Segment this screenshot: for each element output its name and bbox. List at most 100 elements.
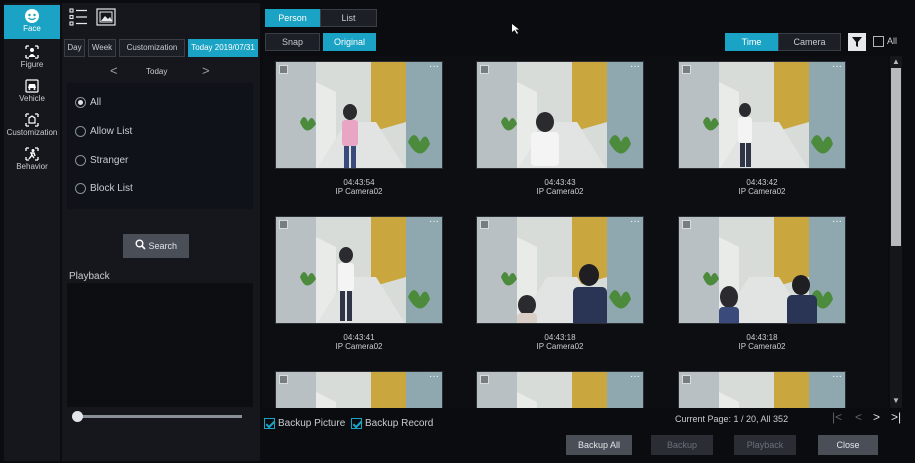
face-icon [25,9,39,23]
sidebar-item-figure[interactable]: Figure [4,41,60,75]
radio-block-list[interactable]: Block List [75,183,133,197]
item-checkbox[interactable] [279,65,288,74]
figure-icon [25,45,39,59]
item-checkbox[interactable] [682,220,691,229]
result-thumbnail[interactable]: ··· [275,216,443,324]
select-all-checkbox[interactable] [873,36,884,47]
grid-scrollbar[interactable]: ▲ ▼ [890,56,902,408]
item-checkbox[interactable] [279,375,288,384]
backup-button[interactable]: Backup [651,435,713,455]
more-options-icon[interactable]: ··· [630,217,640,227]
prev-day-button[interactable]: < [110,63,118,78]
sidebar-item-behavior[interactable]: Behavior [4,143,60,177]
checkbox-checked-icon[interactable] [351,418,362,429]
radio-allow-list[interactable]: Allow List [75,126,132,140]
more-options-icon[interactable]: ··· [429,217,439,227]
customization-icon [25,113,39,127]
tab-day[interactable]: Day [64,39,85,57]
tab-person[interactable]: Person [265,9,320,27]
more-options-icon[interactable]: ··· [429,62,439,72]
sidebar-item-face[interactable]: Face [4,5,60,39]
result-camera: IP Camera02 [536,187,584,196]
last-page-icon[interactable]: >| [891,410,901,424]
result-thumbnail[interactable]: ··· [275,371,443,408]
radio-stranger[interactable]: Stranger [75,155,128,169]
type-filter: All Allow List Stranger Block List [67,83,253,209]
result-time: 04:43:41 [343,333,375,342]
radio-button[interactable] [75,155,86,166]
close-button[interactable]: Close [818,435,878,455]
result-thumbnail[interactable]: ··· [678,371,846,408]
sidebar-item-label: Behavior [16,162,48,171]
sidebar-item-vehicle[interactable]: Vehicle [4,75,60,109]
more-options-icon[interactable]: ··· [832,62,842,72]
more-options-icon[interactable]: ··· [630,62,640,72]
checkbox-checked-icon[interactable] [264,418,275,429]
mouse-cursor-icon [512,24,519,34]
list-view-icon[interactable] [69,8,89,26]
sidebar-item-label: Figure [20,60,44,69]
tab-list[interactable]: List [320,9,377,27]
radio-all[interactable]: All [75,97,101,111]
item-checkbox[interactable] [682,65,691,74]
filter-icon[interactable] [848,33,866,51]
playback-window [67,283,253,407]
sidebar-item-customization[interactable]: Customization [4,109,60,143]
item-checkbox[interactable] [480,220,489,229]
item-checkbox[interactable] [480,375,489,384]
sort-time[interactable]: Time [725,33,778,51]
function-sidebar: Face Figure Vehicle Customization Behavi… [4,3,60,461]
more-options-icon[interactable]: ··· [832,217,842,227]
radio-button[interactable] [75,183,86,194]
page-info: Current Page: 1 / 20, All 352 [675,414,789,424]
checkbox-label: Backup Picture [278,418,346,430]
sidebar-item-label: Customization [6,128,58,137]
more-options-icon[interactable]: ··· [832,372,842,382]
backup-record-checkbox[interactable]: Backup Record [351,418,433,429]
result-camera: IP Camera02 [335,187,383,196]
backup-all-button[interactable]: Backup All [566,435,632,455]
slider-handle[interactable] [72,411,83,422]
result-time: 04:43:43 [544,178,576,187]
result-time: 04:43:18 [746,333,778,342]
result-thumbnail[interactable]: ··· [476,216,644,324]
result-camera: IP Camera02 [738,187,786,196]
search-button[interactable]: Search [123,234,189,258]
result-thumbnail[interactable]: ··· [476,61,644,169]
tab-today[interactable]: Today 2019/07/31 [188,39,258,57]
filter-panel: Day Week Customization Today 2019/07/31 … [62,3,260,461]
radio-button[interactable] [75,97,86,108]
result-thumbnail[interactable]: ··· [275,61,443,169]
result-thumbnail[interactable]: ··· [476,371,644,408]
item-checkbox[interactable] [279,220,288,229]
result-camera: IP Camera02 [738,342,786,351]
radio-button[interactable] [75,126,86,137]
backup-picture-checkbox[interactable]: Backup Picture [264,418,345,429]
scroll-thumb[interactable] [891,68,901,246]
item-checkbox[interactable] [682,375,691,384]
sidebar-item-label: Vehicle [19,94,45,103]
next-day-button[interactable]: > [202,63,210,78]
playback-slider[interactable] [76,415,242,418]
prev-page-icon[interactable]: < [855,410,862,424]
scroll-up-icon[interactable]: ▲ [892,58,900,66]
more-options-icon[interactable]: ··· [630,372,640,382]
checkbox-label: Backup Record [365,418,434,430]
tab-week[interactable]: Week [88,39,116,57]
date-label: Today [146,67,168,76]
item-checkbox[interactable] [480,65,489,74]
select-all-label: All [887,36,898,46]
scroll-down-icon[interactable]: ▼ [892,397,900,405]
sort-camera[interactable]: Camera [778,33,841,51]
image-view-icon[interactable] [96,8,116,26]
playback-button[interactable]: Playback [734,435,796,455]
tab-snap[interactable]: Snap [265,33,320,51]
more-options-icon[interactable]: ··· [429,372,439,382]
tab-original[interactable]: Original [323,33,376,51]
tab-customization[interactable]: Customization [119,39,185,57]
result-thumbnail[interactable]: ··· [678,61,846,169]
result-thumbnail[interactable]: ··· [678,216,846,324]
next-page-icon[interactable]: > [873,410,880,424]
playback-label: Playback [69,271,110,282]
first-page-icon[interactable]: |< [832,410,842,424]
